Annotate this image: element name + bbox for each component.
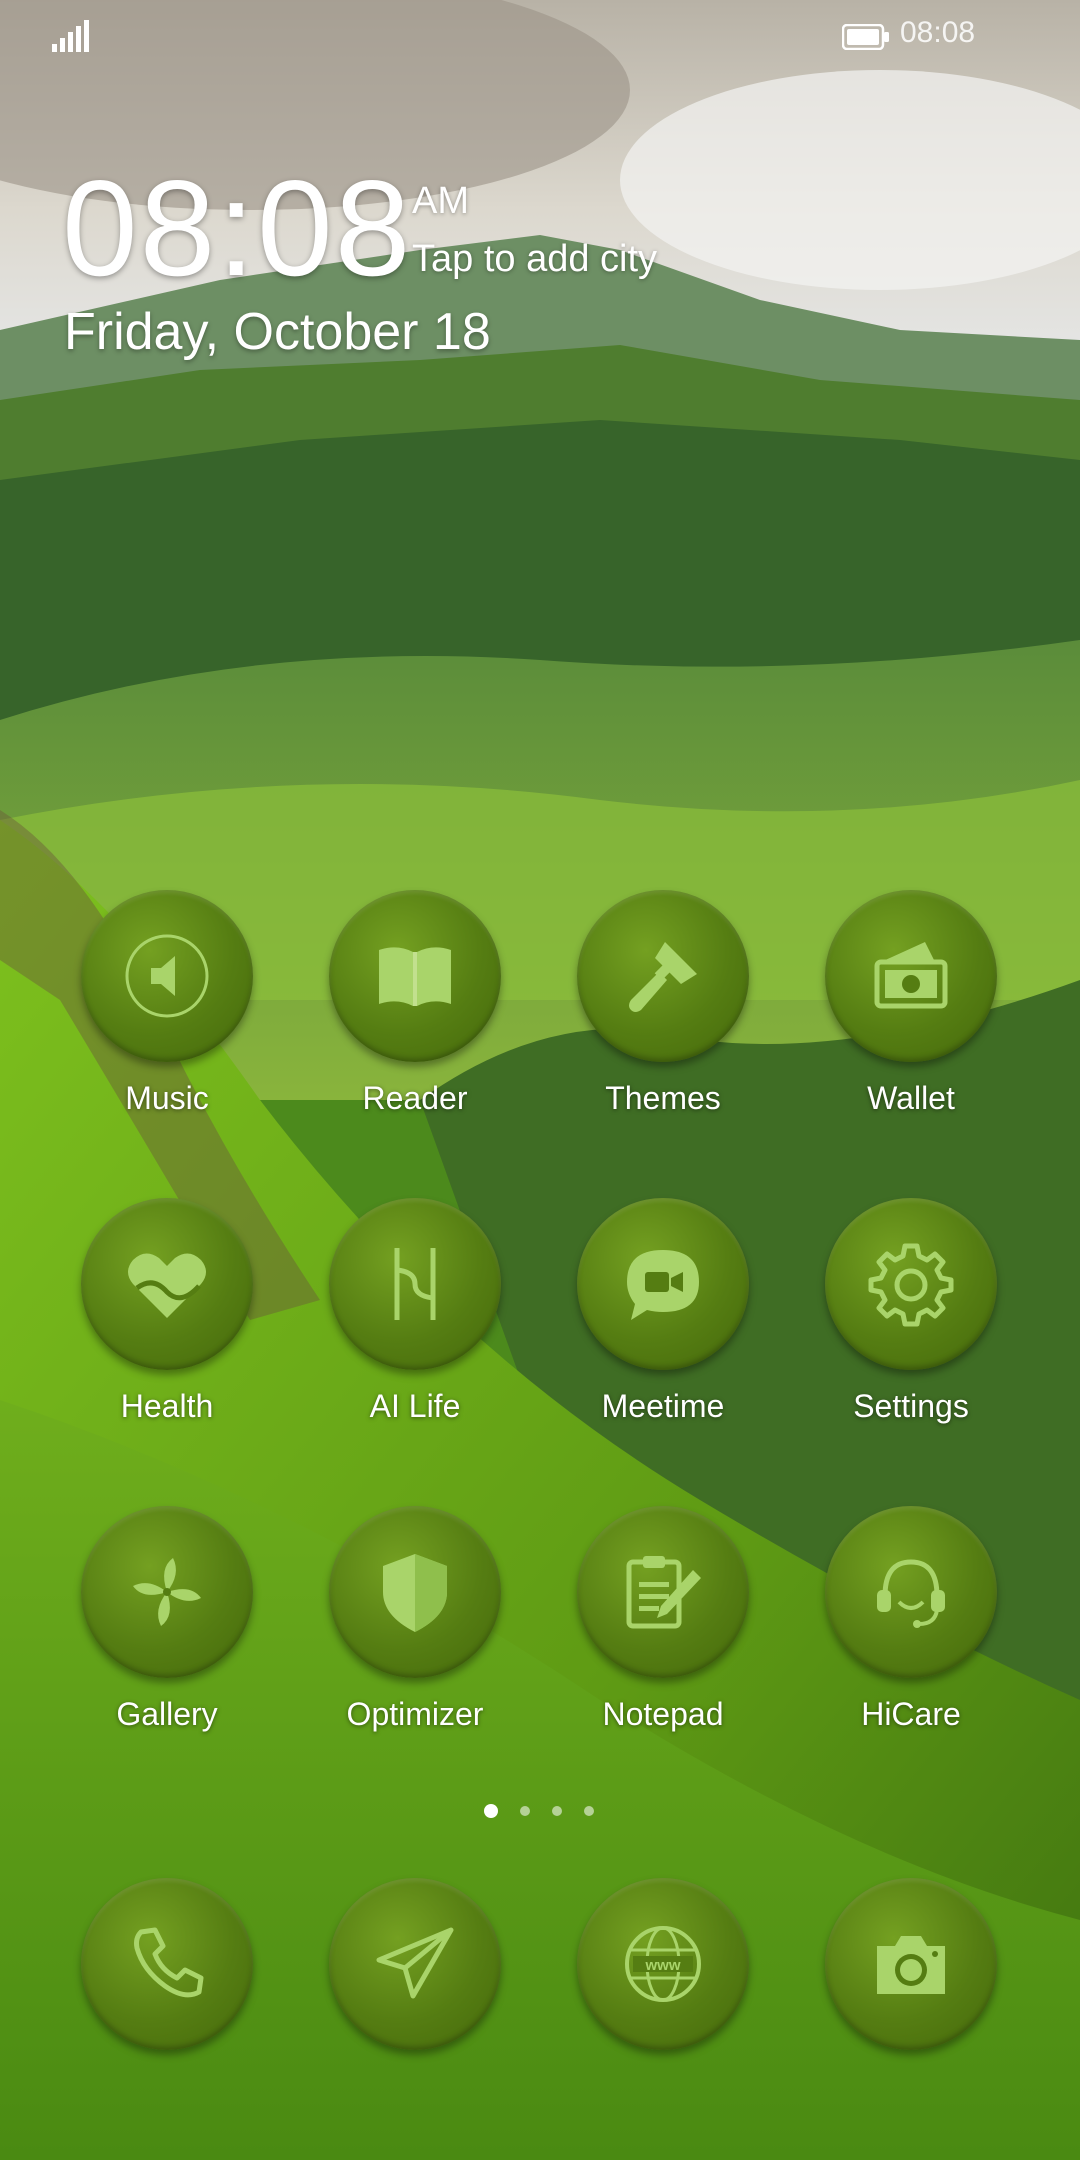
app-label: Optimizer <box>346 1696 484 1732</box>
status-bar: 08:08 <box>0 0 1080 72</box>
app-label: Reader <box>362 1080 468 1116</box>
app-label: Settings <box>853 1388 969 1424</box>
shield-icon <box>329 1506 501 1678</box>
app-health[interactable]: Health <box>56 1198 276 1438</box>
page-indicator <box>480 1804 600 1822</box>
speaker-icon <box>81 890 253 1062</box>
app-meetime[interactable]: Meetime <box>552 1198 772 1438</box>
paper-plane-icon <box>329 1878 501 2050</box>
headset-icon <box>825 1506 997 1678</box>
clock-ampm: AM <box>412 180 469 222</box>
clock-date: Friday, October 18 <box>64 303 491 361</box>
clock-time[interactable]: 08:08 <box>62 150 412 306</box>
app-label: Notepad <box>602 1696 724 1732</box>
pinwheel-icon <box>81 1506 253 1678</box>
heart-icon <box>81 1198 253 1370</box>
page-dot[interactable] <box>552 1806 562 1816</box>
book-icon <box>329 890 501 1062</box>
app-notepad[interactable]: Notepad <box>552 1506 772 1746</box>
wallet-icon <box>825 890 997 1062</box>
dock-phone[interactable] <box>56 1878 278 2058</box>
page-dot[interactable] <box>484 1804 498 1818</box>
app-label: Themes <box>605 1080 721 1116</box>
app-label: AI Life <box>369 1388 461 1424</box>
app-settings[interactable]: Settings <box>800 1198 1020 1438</box>
notepad-icon <box>577 1506 749 1678</box>
dock-camera[interactable] <box>800 1878 1022 2058</box>
app-label: Music <box>125 1080 209 1116</box>
app-wallet[interactable]: Wallet <box>800 890 1020 1130</box>
app-music[interactable]: Music <box>56 890 276 1130</box>
video-chat-icon <box>577 1198 749 1370</box>
app-themes[interactable]: Themes <box>552 890 772 1130</box>
app-ai-life[interactable]: AI Life <box>304 1198 524 1438</box>
app-reader[interactable]: Reader <box>304 890 524 1130</box>
app-label: Meetime <box>601 1388 725 1424</box>
app-label: Health <box>120 1388 214 1424</box>
gear-icon <box>825 1198 997 1370</box>
www-label: www <box>644 1957 680 1974</box>
signal-icon <box>52 20 89 52</box>
phone-icon <box>81 1878 253 2050</box>
paintbrush-icon <box>577 890 749 1062</box>
dock-browser[interactable]: www <box>552 1878 774 2058</box>
app-label: Gallery <box>116 1696 218 1732</box>
add-city-link[interactable]: Tap to add city <box>412 238 657 281</box>
app-hicare[interactable]: HiCare <box>800 1506 1020 1746</box>
camera-icon <box>825 1878 997 2050</box>
app-label: HiCare <box>861 1696 961 1732</box>
page-dot[interactable] <box>520 1806 530 1816</box>
ai-life-icon <box>329 1198 501 1370</box>
clock-widget[interactable]: 08:08 AM Tap to add city Friday, October… <box>62 150 762 380</box>
globe-icon: www <box>577 1878 749 2050</box>
app-label: Wallet <box>867 1080 955 1116</box>
dock-messages[interactable] <box>304 1878 526 2058</box>
page-dot[interactable] <box>584 1806 594 1816</box>
app-optimizer[interactable]: Optimizer <box>304 1506 524 1746</box>
status-time: 08:08 <box>900 16 976 49</box>
app-gallery[interactable]: Gallery <box>56 1506 276 1746</box>
battery-icon <box>842 24 889 50</box>
